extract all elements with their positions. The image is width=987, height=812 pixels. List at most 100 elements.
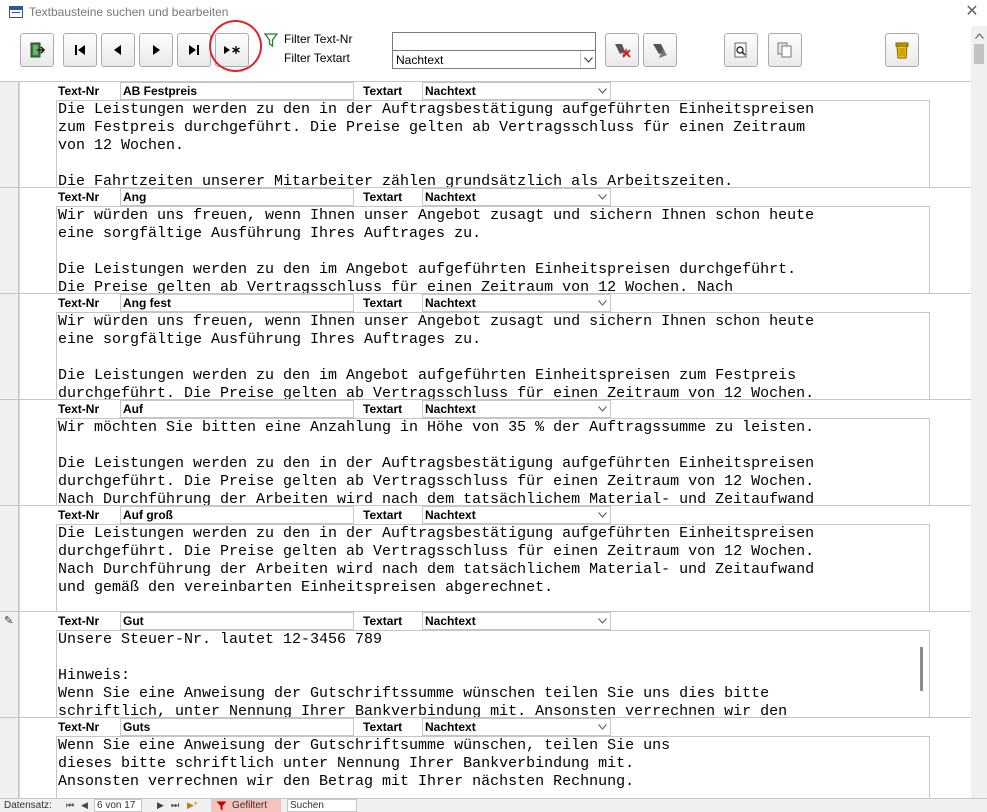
current-record-input[interactable]: 6 von 17: [94, 799, 142, 812]
textart-combo[interactable]: Nachtext: [422, 188, 611, 206]
nav-new-button[interactable]: ▶*: [187, 799, 197, 812]
text-nr-field[interactable]: Auf groß: [120, 506, 354, 524]
chevron-down-icon[interactable]: [594, 189, 610, 205]
delete-record-button[interactable]: [885, 33, 919, 67]
record-label: Datensatz:: [4, 800, 52, 811]
textart-combo[interactable]: Nachtext: [422, 718, 611, 736]
scroll-up-icon[interactable]: [971, 30, 987, 42]
previous-record-button[interactable]: [101, 33, 135, 67]
nav-last-button[interactable]: ⏭: [171, 799, 179, 812]
filter-status: Gefiltert: [232, 800, 268, 811]
first-record-button[interactable]: [63, 33, 97, 67]
textart-combo[interactable]: Nachtext: [422, 400, 611, 418]
delete-icon: [895, 42, 909, 59]
text-body-field[interactable]: Die Leistungen werden zu den in der Auft…: [56, 524, 930, 612]
record-selector[interactable]: [0, 294, 19, 400]
chevron-down-icon[interactable]: [594, 295, 610, 311]
text-body-field[interactable]: Wenn Sie eine Anweisung der Gutschriftsu…: [56, 736, 930, 798]
close-button[interactable]: ✕: [962, 2, 982, 22]
record-row: Text-Nr Guts Textart Nachtext Wenn Sie e…: [0, 717, 971, 798]
filter-nr-input[interactable]: [392, 32, 596, 51]
record-row-current: ✎ Text-Nr Gut Textart Nachtext Unsere St…: [0, 611, 971, 718]
record-selector[interactable]: [0, 718, 19, 798]
text-nr-label: Text-Nr: [58, 402, 100, 416]
record-spacer: [19, 188, 57, 294]
textart-combo[interactable]: Nachtext: [422, 612, 611, 630]
exit-button[interactable]: [20, 33, 54, 67]
text-nr-label: Text-Nr: [58, 84, 100, 98]
chevron-down-icon[interactable]: [580, 51, 595, 68]
record-selector[interactable]: ✎: [0, 612, 19, 718]
apply-filter-button[interactable]: [643, 33, 677, 67]
title-bar: Textbausteine suchen und bearbeiten ✕: [0, 0, 987, 26]
record-spacer: [19, 400, 57, 506]
exit-icon: [30, 42, 46, 58]
record-selector[interactable]: [0, 400, 19, 506]
text-nr-field[interactable]: AB Festpreis: [120, 82, 354, 100]
previous-record-icon: [114, 45, 121, 55]
text-scrollbar[interactable]: [920, 647, 923, 691]
print-preview-button[interactable]: [724, 33, 758, 67]
nav-next-button[interactable]: ▶: [157, 799, 164, 812]
filter-art-value: Nachtext: [396, 53, 444, 67]
scrollbar-thumb[interactable]: [974, 44, 984, 64]
record-row: Text-Nr Ang fest Textart Nachtext Wir wü…: [0, 293, 971, 400]
text-body: Die Leistungen werden zu den in der Auft…: [58, 525, 815, 596]
next-record-icon: [153, 45, 160, 55]
textart-label: Textart: [363, 508, 403, 522]
textart-label: Textart: [363, 190, 403, 204]
search-box[interactable]: Suchen: [287, 799, 357, 812]
chevron-down-icon[interactable]: [594, 613, 610, 629]
textart-combo[interactable]: Nachtext: [422, 82, 611, 100]
clear-filter-button[interactable]: [605, 33, 639, 67]
text-body-field[interactable]: Unsere Steuer-Nr. lautet 12-3456 789 Hin…: [56, 630, 930, 718]
print-preview-icon: [734, 42, 747, 58]
record-spacer: [19, 718, 57, 798]
text-body: Wenn Sie eine Anweisung der Gutschriftsu…: [58, 737, 671, 790]
text-body: Die Leistungen werden zu den in der Auft…: [58, 101, 815, 188]
text-nr-field[interactable]: Ang fest: [120, 294, 354, 312]
form-header: Filter Text-Nr Filter Textart Nachtext: [0, 20, 971, 81]
text-body-field[interactable]: Wir würden uns freuen, wenn Ihnen unser …: [56, 312, 930, 400]
record-spacer: [19, 506, 57, 612]
filter-toggle-button[interactable]: Gefiltert: [211, 799, 281, 812]
textart-value: Nachtext: [425, 720, 476, 734]
record-selector[interactable]: [0, 82, 19, 188]
text-body-field[interactable]: Wir möchten Sie bitten eine Anzahlung in…: [56, 418, 930, 506]
chevron-down-icon[interactable]: [594, 401, 610, 417]
nav-first-button[interactable]: ⏮: [66, 799, 74, 812]
text-body-field[interactable]: Die Leistungen werden zu den in der Auft…: [56, 100, 930, 188]
record-selector[interactable]: [0, 188, 19, 294]
filter-nr-label: Filter Text-Nr: [284, 32, 353, 46]
text-nr-field[interactable]: Guts: [120, 718, 354, 736]
chevron-down-icon[interactable]: [594, 507, 610, 523]
text-nr-field[interactable]: Ang: [120, 188, 354, 206]
text-nr-field[interactable]: Auf: [120, 400, 354, 418]
nav-previous-button[interactable]: ◀: [81, 799, 88, 812]
textart-combo[interactable]: Nachtext: [422, 294, 611, 312]
record-selector[interactable]: [0, 506, 19, 612]
text-nr-label: Text-Nr: [58, 508, 100, 522]
copy-record-button[interactable]: [768, 33, 802, 67]
chevron-down-icon[interactable]: [594, 83, 610, 99]
textart-label: Textart: [363, 402, 403, 416]
chevron-down-icon[interactable]: [594, 719, 610, 735]
text-body-field[interactable]: Wir würden uns freuen, wenn Ihnen unser …: [56, 206, 930, 294]
record-row: Text-Nr Ang Textart Nachtext Wir würden …: [0, 187, 971, 294]
text-body: Wir würden uns freuen, wenn Ihnen unser …: [58, 313, 815, 400]
text-nr-label: Text-Nr: [58, 190, 100, 204]
record-row: Text-Nr Auf Textart Nachtext Wir möchten…: [0, 399, 971, 506]
last-record-button[interactable]: [177, 33, 211, 67]
vertical-scrollbar[interactable]: [971, 26, 987, 798]
record-spacer: [19, 612, 57, 718]
record-row: Text-Nr Auf groß Textart Nachtext Die Le…: [0, 505, 971, 612]
textart-combo[interactable]: Nachtext: [422, 506, 611, 524]
text-nr-field[interactable]: Gut: [120, 612, 354, 630]
last-record-icon: [189, 45, 199, 55]
filter-art-select[interactable]: Nachtext: [392, 50, 596, 69]
first-record-icon: [75, 45, 85, 55]
record-navigation-bar: Datensatz: ⏮ ◀ 6 von 17 ▶ ⏭ ▶* Gefiltert…: [0, 798, 987, 812]
next-record-button[interactable]: [139, 33, 173, 67]
textart-label: Textart: [363, 614, 403, 628]
record-row: Text-Nr AB Festpreis Textart Nachtext Di…: [0, 81, 971, 188]
